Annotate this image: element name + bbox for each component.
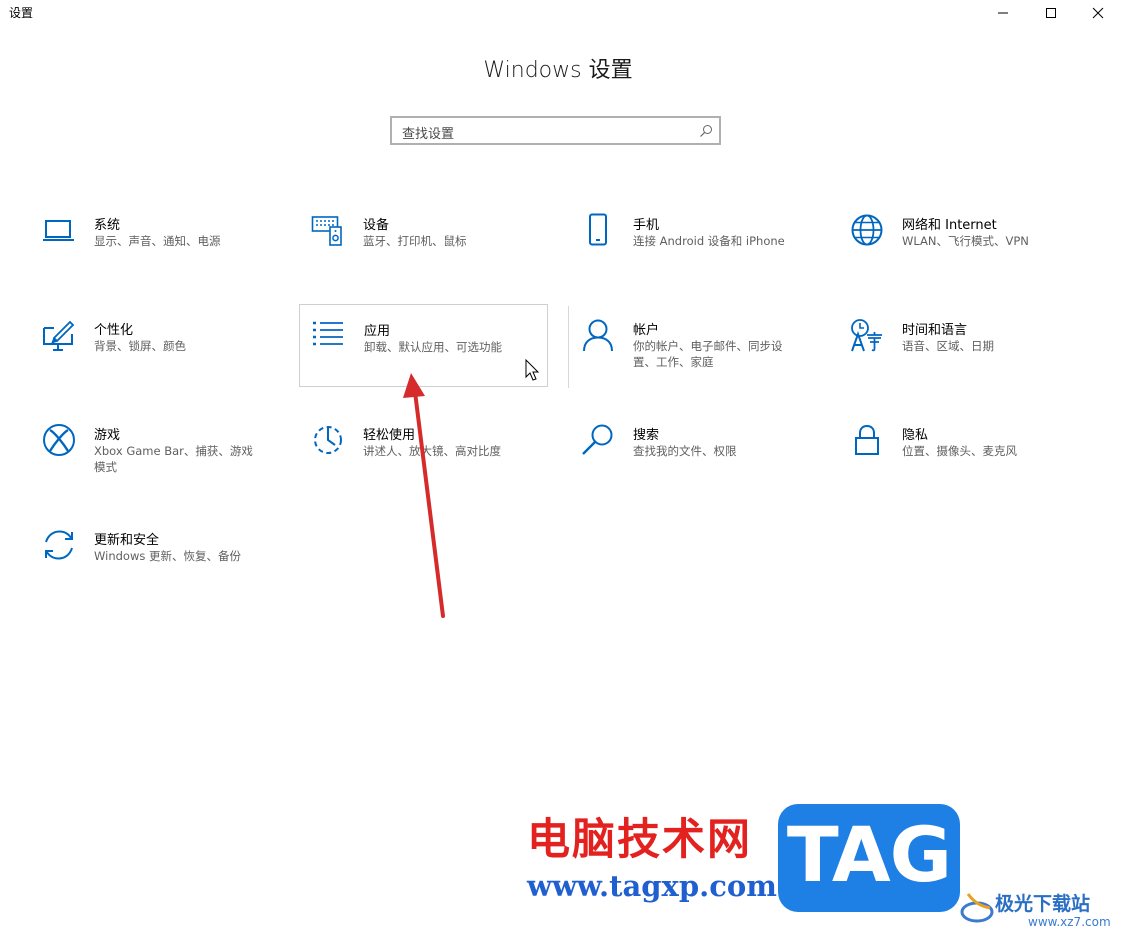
- minimize-icon: [998, 12, 1008, 14]
- tile-label: 轻松使用: [363, 428, 416, 443]
- tile-description: 你的帐户、电子邮件、同步设置、工作、家庭: [633, 339, 783, 369]
- tile-description: 显示、声音、通知、电源: [94, 234, 221, 248]
- tile-label: 更新和安全: [94, 533, 160, 548]
- search-input[interactable]: 查找设置: [390, 116, 721, 145]
- search-icon: [700, 125, 712, 137]
- tile-label: 应用: [364, 324, 391, 339]
- watermark-logo2-url: www.xz7.com: [1028, 915, 1111, 929]
- tile-update-security[interactable]: 更新和安全 Windows 更新、恢复、备份: [30, 518, 280, 602]
- tile-ease-of-access[interactable]: 轻松使用 讲述人、放大镜、高对比度: [299, 413, 549, 497]
- tile-search[interactable]: 搜索 查找我的文件、权限: [569, 413, 819, 497]
- tile-description: Windows 更新、恢复、备份: [94, 549, 241, 563]
- watermark-tag-text: TAG: [786, 810, 952, 899]
- tile-description: 背景、锁屏、颜色: [94, 339, 186, 353]
- tile-system[interactable]: 系统 显示、声音、通知、电源: [30, 203, 280, 287]
- tile-label: 网络和 Internet: [902, 218, 997, 233]
- search-placeholder: 查找设置: [402, 127, 455, 142]
- search-magnifier-icon: [582, 424, 613, 455]
- lock-icon: [855, 424, 879, 455]
- minimize-button[interactable]: [980, 0, 1026, 26]
- title-bar: 设置: [0, 0, 1121, 26]
- tile-description: Xbox Game Bar、捕获、游戏模式: [94, 444, 253, 474]
- watermark-tag-logo: TAG: [778, 804, 960, 912]
- tile-label: 隐私: [902, 428, 929, 443]
- watermark-site-name: 电脑技术网: [527, 815, 752, 865]
- maximize-button[interactable]: [1028, 0, 1074, 26]
- tile-label: 系统: [94, 218, 121, 233]
- watermark-logo-icon: [960, 893, 994, 923]
- window-title: 设置: [9, 6, 34, 20]
- close-icon: [1092, 7, 1104, 19]
- tile-gaming[interactable]: 游戏 Xbox Game Bar、捕获、游戏模式: [30, 413, 280, 497]
- tile-description: 讲述人、放大镜、高对比度: [363, 444, 501, 458]
- tile-label: 个性化: [94, 323, 134, 338]
- tile-time-language[interactable]: 时间和语言 语音、区域、日期: [838, 308, 1088, 392]
- tile-label: 游戏: [94, 428, 121, 443]
- tile-label: 搜索: [633, 428, 660, 443]
- tile-description: 位置、摄像头、麦克风: [902, 444, 1017, 458]
- tile-description: WLAN、飞行模式、VPN: [902, 234, 1029, 248]
- tile-privacy[interactable]: 隐私 位置、摄像头、麦克风: [838, 413, 1088, 497]
- ease-of-access-icon: [314, 426, 342, 454]
- personalization-icon: [43, 320, 75, 351]
- watermark-logo2-name: 极光下载站: [995, 893, 1091, 915]
- maximize-icon: [1046, 8, 1056, 18]
- tile-label: 手机: [633, 218, 660, 233]
- tile-accounts[interactable]: 帐户 你的帐户、电子邮件、同步设置、工作、家庭: [569, 308, 819, 392]
- tile-description: 连接 Android 设备和 iPhone: [633, 234, 785, 248]
- globe-icon: [851, 214, 883, 246]
- tile-network[interactable]: 网络和 Internet WLAN、飞行模式、VPN: [838, 203, 1088, 287]
- time-language-icon: [851, 319, 882, 352]
- tile-personalization[interactable]: 个性化 背景、锁屏、颜色: [30, 308, 280, 392]
- tile-description: 查找我的文件、权限: [633, 444, 737, 458]
- page-title: Windows 设置: [483, 58, 633, 83]
- mouse-cursor-icon: [525, 359, 540, 381]
- sync-icon: [45, 530, 73, 560]
- person-icon: [583, 319, 613, 352]
- tile-description: 卸载、默认应用、可选功能: [364, 340, 502, 354]
- close-button[interactable]: [1075, 0, 1121, 26]
- xbox-icon: [43, 424, 75, 456]
- devices-icon: [311, 216, 342, 246]
- tile-label: 帐户: [633, 323, 660, 338]
- apps-list-icon: [313, 321, 343, 346]
- phone-icon: [589, 213, 607, 246]
- tile-apps[interactable]: 应用 卸载、默认应用、可选功能: [299, 304, 548, 387]
- tile-description: 蓝牙、打印机、鼠标: [363, 234, 467, 248]
- tile-description: 语音、区域、日期: [902, 339, 994, 353]
- watermark-site-url: www.tagxp.com: [527, 869, 777, 903]
- tile-label: 时间和语言: [902, 323, 968, 338]
- laptop-icon: [43, 220, 74, 241]
- tile-phone[interactable]: 手机 连接 Android 设备和 iPhone: [569, 203, 819, 287]
- tile-label: 设备: [363, 218, 390, 233]
- tile-devices[interactable]: 设备 蓝牙、打印机、鼠标: [299, 203, 549, 287]
